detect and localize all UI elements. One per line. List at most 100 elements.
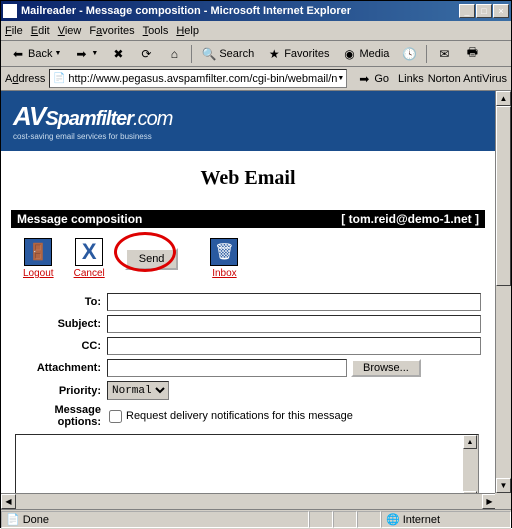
priority-label: Priority: (15, 385, 107, 397)
form-area: To: Subject: CC: Attachment: Browse... P… (15, 293, 481, 428)
back-button[interactable]: ⬅ Back ▼ (5, 43, 66, 65)
refresh-icon: ⟳ (138, 46, 154, 62)
minimize-button[interactable]: _ (459, 4, 475, 18)
back-icon: ⬅ (10, 46, 26, 62)
go-icon: ➡ (356, 71, 372, 87)
history-button[interactable]: 🕓 (396, 43, 422, 65)
addressbar: Address 📄 ▼ ➡Go Links Norton AntiVirus (1, 67, 511, 91)
favorites-button[interactable]: ★Favorites (261, 43, 334, 65)
address-input-wrap[interactable]: 📄 ▼ (49, 69, 347, 88)
menu-tools[interactable]: Tools (143, 25, 169, 37)
to-label: To: (15, 296, 107, 308)
page-icon: 📄 (52, 72, 66, 86)
delivery-notif-checkbox[interactable] (109, 410, 122, 423)
horizontal-scrollbar[interactable]: ◀ ▶ (1, 493, 497, 509)
browse-button[interactable]: Browse... (351, 359, 421, 377)
inbox-label[interactable]: Inbox (212, 268, 236, 279)
window-titlebar: Mailreader - Message composition - Micro… (1, 1, 511, 21)
separator (426, 45, 427, 63)
logout-label[interactable]: Logout (23, 268, 54, 279)
action-row: 🚪 Logout X Cancel Send 🗑 Inbox (1, 228, 495, 289)
inbox-action[interactable]: 🗑 Inbox (210, 238, 238, 279)
search-button[interactable]: 🔍Search (196, 43, 259, 65)
menu-favorites[interactable]: Favorites (89, 25, 134, 37)
scroll-up-icon[interactable]: ▲ (463, 435, 477, 449)
links-label[interactable]: Links (398, 73, 424, 85)
scroll-thumb[interactable] (496, 106, 511, 286)
cc-input[interactable] (107, 337, 481, 355)
scroll-down-button[interactable]: ▼ (496, 478, 511, 493)
status-pane (309, 511, 333, 528)
go-label: Go (374, 73, 389, 85)
menu-file[interactable]: File (5, 25, 23, 37)
norton-label[interactable]: Norton AntiVirus (428, 73, 507, 85)
media-icon: ◉ (341, 46, 357, 62)
vertical-scrollbar[interactable]: ▲ ▼ (495, 91, 511, 493)
status-text: 📄 Done (1, 511, 309, 528)
app-icon (3, 4, 17, 18)
window-title: Mailreader - Message composition - Micro… (21, 5, 459, 17)
tagline: cost-saving email services for business (13, 132, 483, 141)
search-icon: 🔍 (201, 46, 217, 62)
toolbar: ⬅ Back ▼ ➡ ▼ ✖ ⟳ ⌂ 🔍Search ★Favorites ◉M… (1, 41, 511, 67)
dropdown-icon[interactable]: ▼ (337, 75, 344, 82)
status-pane (357, 511, 381, 528)
mail-icon: ✉ (436, 46, 452, 62)
star-icon: ★ (266, 46, 282, 62)
send-button[interactable]: Send (125, 248, 179, 270)
menu-view[interactable]: View (58, 25, 82, 37)
scroll-left-button[interactable]: ◀ (1, 494, 16, 509)
cc-label: CC: (15, 340, 107, 352)
menu-help[interactable]: Help (176, 25, 199, 37)
home-icon: ⌂ (166, 46, 182, 62)
done-icon: 📄 (6, 513, 20, 526)
menubar: File Edit View Favorites Tools Help (1, 21, 511, 41)
refresh-button[interactable]: ⟳ (133, 43, 159, 65)
separator (191, 45, 192, 63)
attachment-input[interactable] (107, 359, 347, 377)
cancel-action[interactable]: X Cancel (74, 238, 105, 279)
page-title: Web Email (1, 167, 495, 190)
address-label: Address (5, 73, 45, 85)
banner: AVSpamfilter.com cost-saving email servi… (1, 91, 495, 151)
history-icon: 🕓 (401, 46, 417, 62)
door-icon: 🚪 (24, 238, 52, 266)
print-button[interactable]: 🖶 (459, 43, 485, 65)
globe-icon: 🌐 (386, 513, 400, 526)
attachment-label: Attachment: (15, 362, 107, 374)
scroll-up-button[interactable]: ▲ (496, 91, 511, 106)
menu-edit[interactable]: Edit (31, 25, 50, 37)
content-area: AVSpamfilter.com cost-saving email servi… (1, 91, 511, 509)
home-button[interactable]: ⌂ (161, 43, 187, 65)
dropdown-icon: ▼ (54, 50, 61, 57)
media-button[interactable]: ◉Media (336, 43, 394, 65)
search-label: Search (219, 48, 254, 60)
media-label: Media (359, 48, 389, 60)
cancel-label[interactable]: Cancel (74, 268, 105, 279)
maximize-button[interactable]: □ (476, 4, 492, 18)
zone-cell: 🌐 Internet (381, 511, 511, 528)
subject-input[interactable] (107, 315, 481, 333)
mail-button[interactable]: ✉ (431, 43, 457, 65)
zone-label: Internet (403, 514, 440, 526)
logout-action[interactable]: 🚪 Logout (23, 238, 54, 279)
address-input[interactable] (68, 73, 337, 85)
to-input[interactable] (107, 293, 481, 311)
send-action: Send (125, 248, 179, 270)
section-title: Message composition (17, 212, 142, 226)
forward-button[interactable]: ➡ ▼ (68, 43, 103, 65)
options-label: Message options: (15, 404, 107, 428)
priority-select[interactable]: Normal (107, 381, 169, 400)
status-pane (333, 511, 357, 528)
stop-icon: ✖ (110, 46, 126, 62)
favorites-label: Favorites (284, 48, 329, 60)
go-button[interactable]: ➡Go (351, 68, 394, 90)
section-header: Message composition [ tom.reid@demo-1.ne… (11, 210, 485, 228)
close-button[interactable]: × (493, 4, 509, 18)
logo: AVSpamfilter.com (13, 101, 483, 132)
back-label: Back (28, 48, 52, 60)
stop-button[interactable]: ✖ (105, 43, 131, 65)
statusbar: 📄 Done 🌐 Internet (1, 509, 511, 529)
forward-icon: ➡ (73, 46, 89, 62)
print-icon: 🖶 (464, 46, 480, 62)
